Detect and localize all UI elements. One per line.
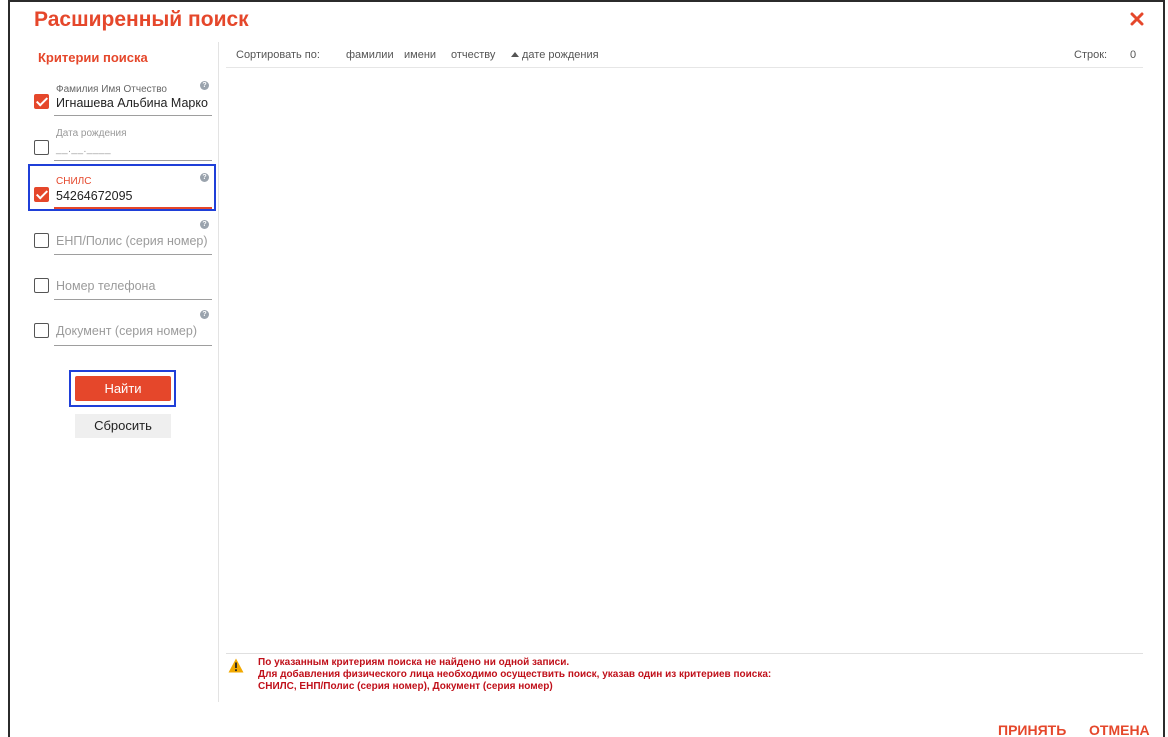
sort-ascending-icon [511,52,519,57]
message-divider [226,653,1143,654]
policy-underline [54,254,212,255]
document-checkbox[interactable] [34,323,49,338]
warning-icon [228,658,244,673]
document-input[interactable]: Документ (серия номер) [56,324,197,338]
search-criteria-panel: Критерии поиска Фамилия Имя Отчество ? И… [28,42,218,702]
dialog-border-top [8,0,1165,2]
phone-input[interactable]: Номер телефона [56,279,155,293]
sort-label: Сортировать по: [236,49,320,61]
not-found-message: По указанным критериям поиска не найдено… [258,657,570,668]
cancel-button[interactable]: ОТМЕНА [1089,722,1150,737]
birth-date-label: Дата рождения [56,128,127,139]
phone-field: Номер телефона [28,270,213,304]
policy-field: ? ЕНП/Полис (серия номер) [28,218,213,258]
hint-message: Для добавления физического лица необходи… [258,669,772,680]
rows-label: Строк: [1074,49,1108,61]
close-x-icon[interactable] [1128,10,1146,28]
find-highlight-frame [69,370,176,407]
sidebar-divider [218,42,219,702]
sort-by-birth-date[interactable]: дате рождения [522,49,599,61]
rows-count: 0 [1130,49,1137,61]
sort-by-patronymic[interactable]: отчеству [451,49,495,61]
criteria-title: Критерии поиска [38,50,148,65]
dialog-border-right [1163,0,1165,737]
fio-field: Фамилия Имя Отчество ? Игнашева Альбина … [28,78,213,118]
document-underline [54,345,212,346]
birth-date-underline [54,160,212,161]
sort-by-first-name[interactable]: имени [404,49,436,61]
phone-checkbox[interactable] [34,278,49,293]
help-icon[interactable]: ? [200,81,209,90]
results-panel: Сортировать по: фамилии имени отчеству д… [226,42,1143,702]
fio-underline [54,115,212,116]
help-icon[interactable]: ? [200,310,209,319]
birth-date-checkbox[interactable] [34,140,49,155]
dialog-title: Расширенный поиск [34,8,249,31]
criteria-hint-message: СНИЛС, ЕНП/Полис (серия номер), Документ… [258,681,553,692]
reset-button[interactable]: Сбросить [75,414,171,438]
sort-by-last-name[interactable]: фамилии [346,49,394,61]
birth-date-field: Дата рождения __.__.____ [28,122,213,164]
fio-label: Фамилия Имя Отчество [56,84,167,95]
sort-bar: Сортировать по: фамилии имени отчеству д… [226,42,1143,68]
help-icon[interactable]: ? [200,220,209,229]
document-field: ? Документ (серия номер) [28,308,213,348]
birth-date-input[interactable]: __.__.____ [56,144,111,155]
dialog-border-left [8,0,10,737]
accept-button[interactable]: ПРИНЯТЬ [998,722,1066,737]
policy-input[interactable]: ЕНП/Полис (серия номер) [56,234,208,248]
fio-input[interactable]: Игнашева Альбина Марко [56,96,212,110]
snils-highlight-frame [28,164,216,211]
fio-checkbox[interactable] [34,94,49,109]
policy-checkbox[interactable] [34,233,49,248]
phone-underline [54,299,212,300]
